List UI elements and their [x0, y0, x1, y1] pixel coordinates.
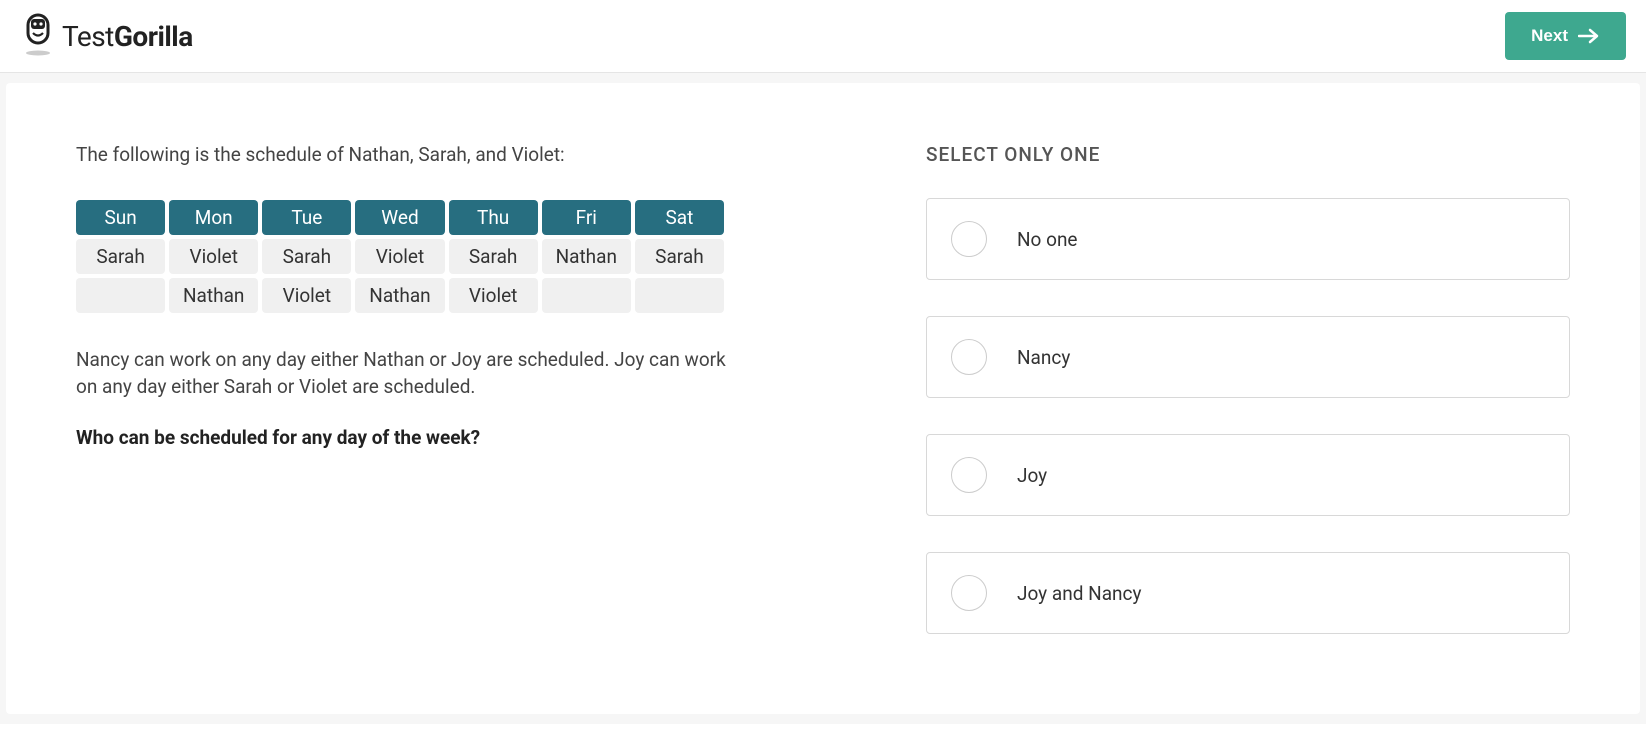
question-note: Nancy can work on any day either Nathan …	[76, 347, 726, 400]
schedule-cell: Nathan	[542, 239, 631, 274]
schedule-header: Tue	[262, 200, 351, 235]
brand-logo: TestGorilla	[20, 13, 193, 59]
question-intro: The following is the schedule of Nathan,…	[76, 143, 776, 166]
answer-panel: SELECT ONLY ONE No one Nancy Joy Joy and…	[926, 143, 1570, 634]
option-label: Joy and Nancy	[1017, 582, 1141, 605]
schedule-header: Thu	[449, 200, 538, 235]
radio-icon	[951, 221, 987, 257]
answer-instruction: SELECT ONLY ONE	[926, 143, 1570, 166]
schedule-cell: Sarah	[449, 239, 538, 274]
schedule-table: Sun Mon Tue Wed Thu Fri Sat Sarah Violet…	[76, 200, 724, 313]
schedule-cell	[76, 278, 165, 313]
schedule-header: Fri	[542, 200, 631, 235]
main-area: The following is the schedule of Nathan,…	[0, 73, 1646, 724]
schedule-header: Wed	[355, 200, 444, 235]
schedule-cell: Sarah	[262, 239, 351, 274]
question-prompt: Who can be scheduled for any day of the …	[76, 426, 776, 449]
gorilla-icon	[20, 13, 56, 59]
schedule-cell: Nathan	[169, 278, 258, 313]
option-label: No one	[1017, 228, 1078, 251]
answer-option[interactable]: No one	[926, 198, 1570, 280]
radio-icon	[951, 575, 987, 611]
arrow-right-icon	[1578, 27, 1600, 45]
question-card: The following is the schedule of Nathan,…	[6, 83, 1640, 714]
schedule-cell	[635, 278, 724, 313]
schedule-cell: Violet	[262, 278, 351, 313]
schedule-header: Sun	[76, 200, 165, 235]
answer-option[interactable]: Nancy	[926, 316, 1570, 398]
option-label: Nancy	[1017, 346, 1070, 369]
schedule-cell: Violet	[449, 278, 538, 313]
options-list: No one Nancy Joy Joy and Nancy	[926, 198, 1570, 634]
schedule-header: Sat	[635, 200, 724, 235]
answer-option[interactable]: Joy	[926, 434, 1570, 516]
schedule-cell: Sarah	[76, 239, 165, 274]
radio-icon	[951, 339, 987, 375]
schedule-cell	[542, 278, 631, 313]
schedule-header: Mon	[169, 200, 258, 235]
brand-text: TestGorilla	[62, 20, 193, 53]
schedule-cell: Violet	[169, 239, 258, 274]
schedule-cell: Sarah	[635, 239, 724, 274]
question-panel: The following is the schedule of Nathan,…	[76, 143, 776, 634]
radio-icon	[951, 457, 987, 493]
schedule-cell: Nathan	[355, 278, 444, 313]
next-button-label: Next	[1531, 26, 1568, 46]
schedule-cell: Violet	[355, 239, 444, 274]
next-button[interactable]: Next	[1505, 12, 1626, 60]
answer-option[interactable]: Joy and Nancy	[926, 552, 1570, 634]
header: TestGorilla Next	[0, 0, 1646, 73]
option-label: Joy	[1017, 464, 1047, 487]
